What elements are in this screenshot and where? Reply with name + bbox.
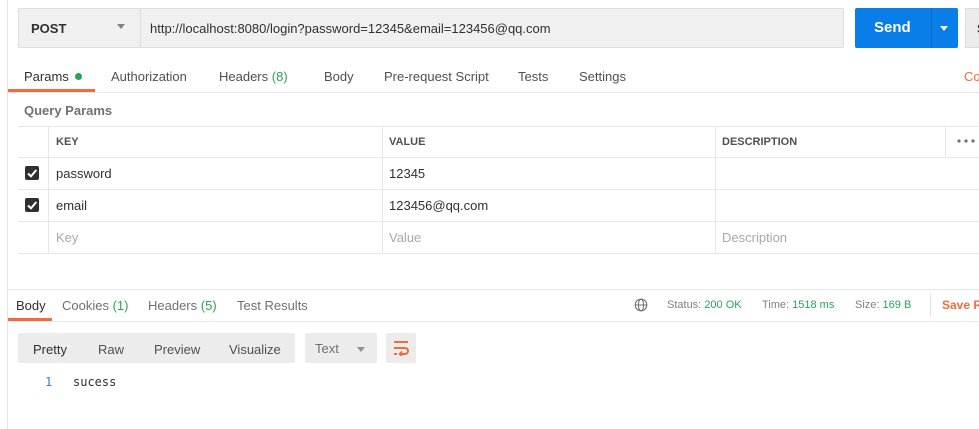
check-icon [27,169,38,178]
globe-icon[interactable] [634,298,648,312]
new-value-input[interactable]: Value [389,230,421,245]
column-header-description: DESCRIPTION [722,136,798,148]
tab-count: (8) [271,69,288,84]
tab-params[interactable]: Params [24,69,82,84]
tab-label: Test Results [237,298,308,313]
response-tab-test-results[interactable]: Test Results [237,298,308,313]
column-divider [945,126,946,157]
request-bar: POST http://localhost:8080/login?passwor… [18,8,844,48]
wrap-lines-button[interactable] [386,333,416,363]
cookies-link[interactable]: Co [964,69,979,84]
tab-headers[interactable]: Headers (8) [219,69,288,84]
param-key[interactable]: password [56,166,112,181]
view-preview-button[interactable]: Preview [154,342,200,357]
save-button[interactable]: S [965,8,979,48]
param-value[interactable]: 12345 [389,166,425,181]
param-key[interactable]: email [56,198,87,213]
response-body-text: sucess [73,375,117,389]
view-mode-group: Pretty Raw Preview Visualize [18,333,295,363]
save-response-button[interactable]: Save R [942,298,979,312]
tab-authorization[interactable]: Authorization [111,69,187,84]
status-separator [930,294,931,316]
format-label: Text [315,341,339,356]
response-divider [8,289,979,290]
table-border [18,253,979,254]
column-header-key: KEY [56,136,79,148]
column-divider [48,126,49,253]
view-visualize-button[interactable]: Visualize [229,342,281,357]
tab-label: Pre-request Script [384,69,489,84]
param-checkbox[interactable] [25,198,39,212]
size-label: Size: [855,299,880,311]
code-line-number: 1 [45,375,53,389]
response-time: Time: 1518 ms [762,299,834,311]
column-header-value: VALUE [389,136,426,148]
query-params-title: Query Params [24,103,113,118]
param-checkbox[interactable] [25,166,39,180]
url-input[interactable]: http://localhost:8080/login?password=123… [150,21,551,36]
left-border [7,0,8,429]
check-icon [27,201,38,210]
method-label: POST [31,21,67,36]
table-border [18,189,979,190]
new-description-input[interactable]: Description [722,230,787,245]
tab-settings[interactable]: Settings [579,69,626,84]
size-value: 169 B [882,299,912,311]
tab-label: Headers [148,298,198,313]
tab-label: Tests [518,69,549,84]
tab-tests[interactable]: Tests [518,69,548,84]
response-size: Size: 169 B [855,299,911,311]
tab-label: Body [324,69,354,84]
table-border [18,221,979,222]
view-pretty-button[interactable]: Pretty [33,342,67,357]
tab-label: Cookies [62,298,109,313]
more-options-icon[interactable] [957,138,975,144]
new-key-input[interactable]: Key [56,230,78,245]
tab-count: (5) [200,298,217,313]
tab-pre-request-script[interactable]: Pre-request Script [384,69,489,84]
response-status: Status: 200 OK [667,299,742,311]
send-button[interactable]: Send [855,8,958,48]
wrap-lines-icon [394,341,409,356]
chevron-down-icon[interactable] [940,26,948,31]
column-divider [382,126,383,253]
send-label: Send [874,19,911,36]
column-divider [715,126,716,253]
tabs-divider [8,92,979,93]
response-tabs-divider [8,321,979,322]
response-tab-headers[interactable]: Headers (5) [148,298,217,313]
response-tab-cookies[interactable]: Cookies (1) [62,298,128,313]
time-label: Time: [762,299,790,311]
params-indicator-dot [74,73,82,80]
view-raw-button[interactable]: Raw [98,342,124,357]
table-border [18,157,979,158]
tab-label: Body [16,298,46,313]
status-label: Status: [667,299,702,311]
tab-label: Authorization [111,69,187,84]
response-tab-body[interactable]: Body [16,298,46,313]
send-divider [931,8,932,48]
param-value[interactable]: 123456@qq.com [389,198,488,213]
tab-label: Headers [219,69,269,84]
tab-label: Params [24,69,69,84]
table-border [18,126,979,127]
tab-label: Settings [579,69,626,84]
tab-body[interactable]: Body [324,69,354,84]
format-select[interactable]: Text [305,333,377,363]
status-value: 200 OK [704,299,742,311]
tab-count: (1) [112,298,129,313]
chevron-down-icon [357,347,365,352]
chevron-down-icon [117,24,125,29]
method-select[interactable]: POST [19,9,141,47]
time-value: 1518 ms [792,299,835,311]
